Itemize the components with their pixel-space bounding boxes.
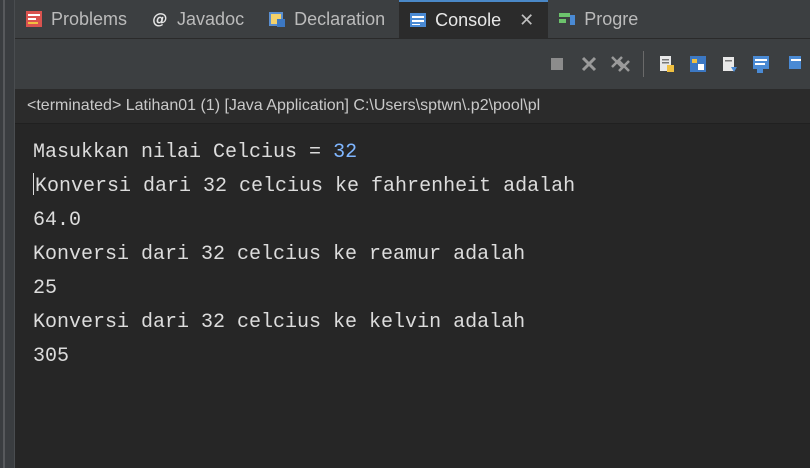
remove-launch-button[interactable] xyxy=(577,52,601,76)
toolbar-separator xyxy=(643,51,644,77)
launch-status-text: <terminated> Latihan01 (1) [Java Applica… xyxy=(15,89,810,124)
tab-label: Javadoc xyxy=(177,8,245,29)
console-line: Konversi dari 32 celcius ke kelvin adala… xyxy=(33,311,526,334)
tab-javadoc[interactable]: @ Javadoc xyxy=(141,0,258,38)
show-on-output-button[interactable] xyxy=(718,52,742,76)
problems-icon xyxy=(26,11,42,27)
tab-label: Console xyxy=(435,9,502,30)
remove-launch-icon xyxy=(581,56,597,72)
display-console-icon xyxy=(789,56,801,69)
show-on-output-icon xyxy=(723,57,737,72)
word-wrap-icon xyxy=(690,56,706,72)
console-line: 64.0 xyxy=(33,209,82,232)
scroll-lock-icon xyxy=(660,56,674,72)
word-wrap-button[interactable] xyxy=(686,52,710,76)
console-line: 305 xyxy=(33,345,70,368)
console-icon xyxy=(410,13,427,27)
close-icon[interactable]: ✕ xyxy=(519,10,534,31)
console-line-text: Konversi dari 32 celcius ke fahrenheit a… xyxy=(35,175,576,198)
pin-console-icon xyxy=(753,56,769,73)
tab-progress[interactable]: Progre xyxy=(548,0,652,38)
pin-console-button[interactable] xyxy=(750,52,774,76)
declaration-icon xyxy=(269,12,286,27)
text-caret xyxy=(33,173,34,195)
progress-icon xyxy=(559,13,576,25)
console-toolbar xyxy=(15,39,810,89)
tab-console[interactable]: Console ✕ xyxy=(399,0,549,38)
remove-all-terminated-button[interactable] xyxy=(609,52,633,76)
user-input-value: 32 xyxy=(333,141,358,164)
terminate-icon xyxy=(551,58,563,70)
tab-label: Problems xyxy=(51,8,128,29)
console-output[interactable]: Masukkan nilai Celcius = 32 Konversi dar… xyxy=(15,124,810,468)
console-line: 25 xyxy=(33,277,58,300)
tab-problems[interactable]: Problems xyxy=(15,0,141,38)
left-panel-edge xyxy=(0,0,15,468)
tab-declaration[interactable]: Declaration xyxy=(258,0,399,38)
tab-label: Declaration xyxy=(294,8,386,29)
display-console-button[interactable] xyxy=(782,52,806,76)
prompt-text: Masukkan nilai Celcius = xyxy=(33,141,334,164)
console-prompt-line: Masukkan nilai Celcius = 32 xyxy=(33,136,810,170)
scroll-lock-button[interactable] xyxy=(654,52,678,76)
console-line: Konversi dari 32 celcius ke reamur adala… xyxy=(33,243,526,266)
remove-all-terminated-icon xyxy=(611,56,630,72)
console-line: Konversi dari 32 celcius ke fahrenheit a… xyxy=(33,170,810,204)
terminate-button[interactable] xyxy=(545,52,569,76)
view-tab-bar: Problems @ Javadoc Declaration Console ✕ xyxy=(15,0,810,39)
tab-label: Progre xyxy=(584,8,639,29)
javadoc-icon: @ xyxy=(153,10,168,28)
svg-text:@: @ xyxy=(153,10,168,28)
